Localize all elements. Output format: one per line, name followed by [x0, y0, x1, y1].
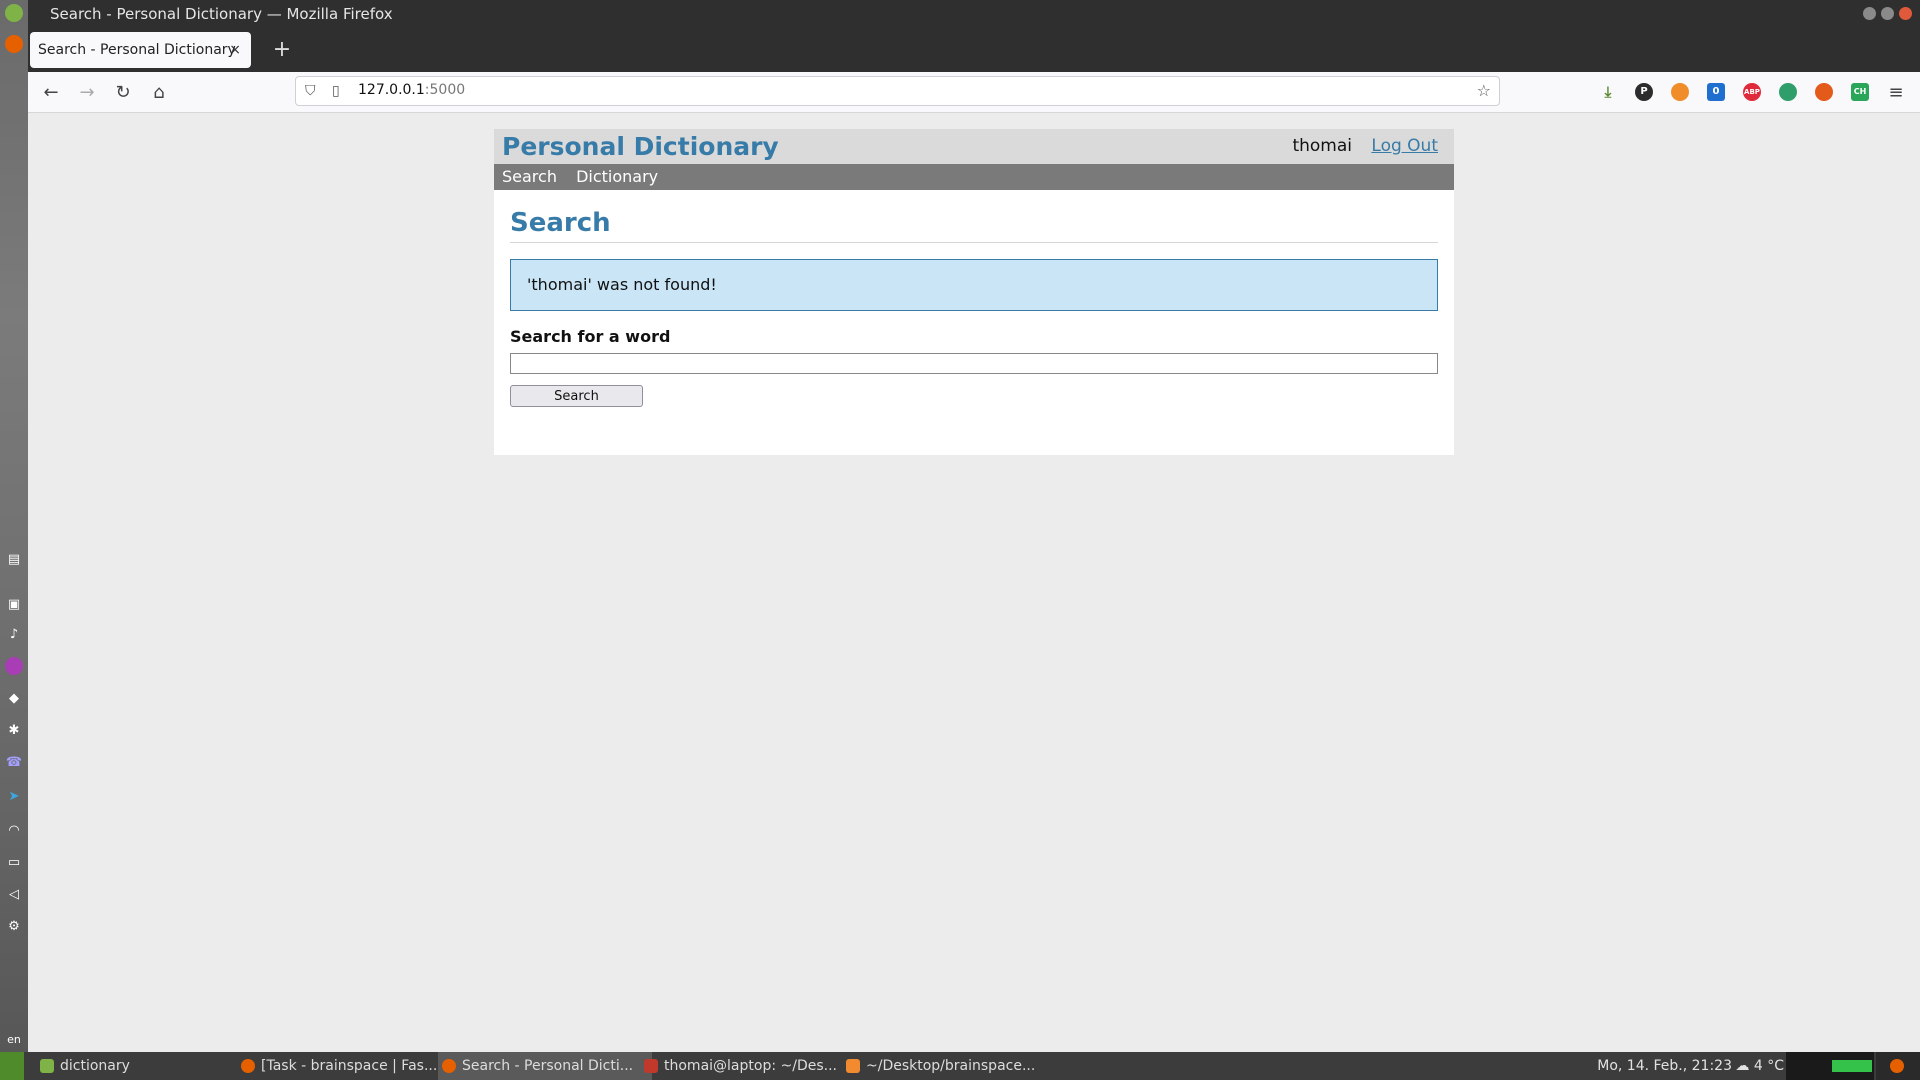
main-content: Search 'thomai' was not found! Search fo…	[494, 208, 1454, 407]
weather-temp: 4 °C	[1753, 1058, 1784, 1074]
url-host: 127.0.0.1	[358, 82, 425, 98]
taskbar-item-label: thomai@laptop: ~/Des...	[664, 1058, 837, 1074]
settings-icon[interactable]: ⚙	[5, 917, 23, 935]
workspace-icon[interactable]: ▤	[5, 550, 23, 568]
taskbar-item-label: ~/Desktop/brainspace...	[866, 1058, 1036, 1074]
start-menu-icon[interactable]	[0, 1052, 24, 1080]
home-button[interactable]: ⌂	[145, 78, 173, 106]
search-label: Search for a word	[510, 327, 671, 346]
shield-icon[interactable]: ⛉	[305, 83, 316, 99]
bookmark-star-icon[interactable]: ☆	[1477, 81, 1491, 100]
hamburger-menu-icon[interactable]: ≡	[1882, 78, 1910, 106]
taskbar-item-dictionary[interactable]: dictionary	[36, 1052, 250, 1080]
taskbar: dictionary [Task - brainspace | Fas... S…	[0, 1052, 1920, 1080]
battery-icon[interactable]: ▭	[5, 853, 23, 871]
taskbar-item-label: [Task - brainspace | Fas...	[261, 1058, 438, 1074]
ch-extension-icon[interactable]: CH	[1851, 83, 1869, 101]
window-title: Search - Personal Dictionary — Mozilla F…	[50, 5, 393, 23]
tray-firefox-icon[interactable]	[1876, 1052, 1920, 1080]
firefox-icon	[241, 1059, 255, 1073]
menu-icon[interactable]	[5, 4, 23, 22]
nav-dictionary-link[interactable]: Dictionary	[576, 167, 658, 186]
minimize-button[interactable]	[1863, 7, 1876, 20]
search-button[interactable]: Search	[510, 385, 643, 407]
taskbar-item-sublime[interactable]: ~/Desktop/brainspace...	[842, 1052, 1066, 1080]
wifi-icon[interactable]: ◠	[5, 821, 23, 839]
logout-link[interactable]: Log Out	[1371, 136, 1438, 156]
download-icon[interactable]: ⤓	[1599, 83, 1617, 101]
app-nav: Search Dictionary	[494, 164, 1454, 190]
folder-icon	[40, 1059, 54, 1073]
memory-graph	[1830, 1052, 1874, 1080]
app-title: Personal Dictionary	[502, 132, 779, 161]
app-icon[interactable]	[5, 657, 23, 675]
flash-message: 'thomai' was not found!	[510, 259, 1438, 311]
page-viewport: Personal Dictionary thomai Log Out Searc…	[28, 113, 1920, 1052]
telegram-icon[interactable]: ➤	[5, 787, 23, 805]
browser-tab[interactable]: Search - Personal Dictionary ×	[30, 32, 251, 68]
tab-strip: Search - Personal Dictionary × +	[28, 28, 1920, 72]
bell-icon[interactable]: ♪	[5, 625, 23, 643]
firefox-launcher-icon[interactable]	[5, 35, 23, 53]
search-input[interactable]	[510, 353, 1438, 374]
new-tab-button[interactable]: +	[264, 32, 300, 68]
address-bar[interactable]: ⛉ ▯ 127.0.0.1:5000 ☆	[295, 76, 1500, 106]
taskbar-item-firefox-task[interactable]: [Task - brainspace | Fas...	[237, 1052, 451, 1080]
viber-icon[interactable]: ☎	[5, 753, 23, 771]
adblock-icon[interactable]: ABP	[1743, 83, 1761, 101]
green-extension-icon[interactable]	[1779, 83, 1797, 101]
terminal-icon	[644, 1059, 658, 1073]
dropbox-icon[interactable]: ◆	[5, 689, 23, 707]
volume-icon[interactable]: ◁	[5, 885, 23, 903]
duckduckgo-icon[interactable]	[1815, 83, 1833, 101]
side-dock: ▤ ▣ ♪ ◆ ✱ ☎ ➤ ◠ ▭ ◁ ⚙ en	[0, 0, 29, 1052]
remote-desktop-icon[interactable]: ▣	[5, 595, 23, 613]
sublime-icon	[846, 1059, 860, 1073]
close-tab-icon[interactable]: ×	[229, 32, 241, 68]
taskbar-item-terminal[interactable]: thomai@laptop: ~/Des...	[640, 1052, 854, 1080]
clock[interactable]: Mo, 14. Feb., 21:23	[1597, 1052, 1732, 1080]
nav-search-link[interactable]: Search	[502, 167, 557, 186]
tab-title: Search - Personal Dictionary	[38, 42, 236, 58]
app-header: Personal Dictionary thomai Log Out	[494, 129, 1454, 164]
cloud-icon: ☁	[1735, 1058, 1754, 1074]
maximize-button[interactable]	[1881, 7, 1894, 20]
window-titlebar: Search - Personal Dictionary — Mozilla F…	[28, 0, 1920, 28]
url-text[interactable]: 127.0.0.1:5000	[358, 82, 465, 98]
reload-button[interactable]: ↻	[109, 78, 137, 106]
close-window-button[interactable]	[1899, 7, 1912, 20]
app-container: Personal Dictionary thomai Log Out Searc…	[494, 129, 1454, 455]
url-port: :5000	[424, 82, 466, 98]
username: thomai	[1292, 136, 1352, 156]
page-info-icon[interactable]: ▯	[332, 83, 340, 99]
taskbar-item-label: Search - Personal Dicti...	[462, 1058, 634, 1074]
forward-button[interactable]: →	[73, 78, 101, 106]
notification-extension-icon[interactable]: 0	[1707, 83, 1725, 101]
p-extension-icon[interactable]: P	[1635, 83, 1653, 101]
user-area: thomai Log Out	[1292, 129, 1438, 163]
firefox-icon	[442, 1059, 456, 1073]
taskbar-item-label: dictionary	[60, 1058, 130, 1074]
keyboard-layout[interactable]: en	[5, 1030, 23, 1048]
cpu-graph	[1786, 1052, 1830, 1080]
back-button[interactable]: ←	[37, 78, 65, 106]
page-title: Search	[510, 208, 1438, 243]
weather[interactable]: ☁ 4 °C	[1735, 1052, 1784, 1080]
taskbar-item-firefox-search[interactable]: Search - Personal Dicti...	[438, 1052, 652, 1080]
bluetooth-icon[interactable]: ✱	[5, 721, 23, 739]
orange-extension-icon[interactable]	[1671, 83, 1689, 101]
navigation-toolbar: ← → ↻ ⌂ ⛉ ▯ 127.0.0.1:5000 ☆ ⤓ P 0 ABP C…	[28, 72, 1920, 113]
